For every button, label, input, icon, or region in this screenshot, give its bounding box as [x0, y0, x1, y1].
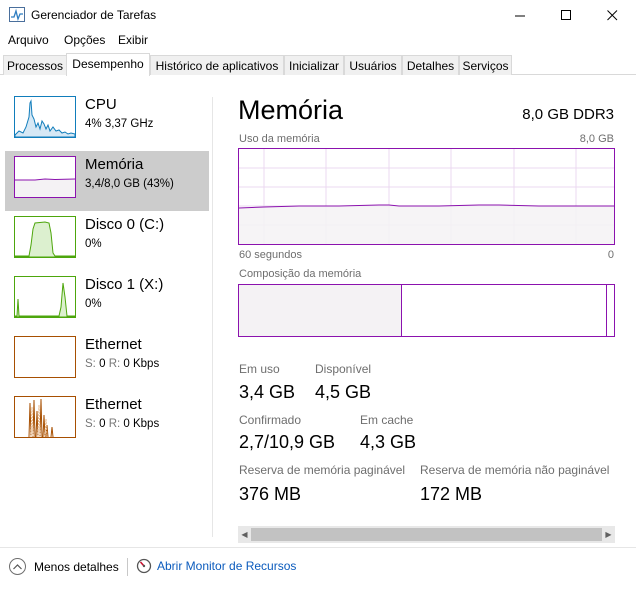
- available-label: Disponível: [315, 362, 372, 376]
- menu-bar: Arquivo Opções Exibir: [0, 31, 636, 50]
- disk-1-thumbnail-graph: [14, 276, 76, 318]
- tab-strip: Processos Desempenho Histórico de aplica…: [0, 53, 636, 76]
- tab-processos[interactable]: Processos: [3, 55, 67, 75]
- menu-arquivo[interactable]: Arquivo: [8, 33, 49, 47]
- scrollbar-thumb[interactable]: [251, 528, 602, 541]
- maximize-button[interactable]: [543, 0, 589, 30]
- sidebar-item-subtitle: S: 0 R: 0 Kbps: [85, 358, 160, 370]
- scroll-right-arrow-icon[interactable]: ▶: [602, 526, 615, 543]
- composition-standby: [606, 285, 607, 336]
- resource-sidebar: CPU 4% 3,37 GHz Memória 3,4/8,0 GB (43%)…: [5, 91, 209, 521]
- sidebar-item-subtitle: 0%: [85, 238, 102, 250]
- performance-content: CPU 4% 3,37 GHz Memória 3,4/8,0 GB (43%)…: [0, 75, 636, 547]
- sidebar-item-disk-1[interactable]: Disco 1 (X:) 0%: [5, 271, 209, 331]
- tab-inicializar[interactable]: Inicializar: [284, 55, 344, 75]
- disk-0-thumbnail-graph: [14, 216, 76, 258]
- memory-detail-panel: Memória 8,0 GB DDR3 Uso da memória 8,0 G…: [238, 75, 616, 547]
- time-axis-left: 60 segundos: [239, 249, 302, 261]
- committed-value: 2,7/10,9 GB: [239, 432, 336, 452]
- sidebar-item-ethernet-2[interactable]: Ethernet S: 0 R: 0 Kbps: [5, 391, 209, 451]
- memory-usage-area: [239, 205, 614, 244]
- in-use-value: 3,4 GB: [239, 382, 296, 402]
- menu-opcoes[interactable]: Opções: [64, 33, 105, 47]
- paged-pool-value: 376 MB: [239, 484, 302, 504]
- title-bar: Gerenciador de Tarefas: [0, 0, 636, 30]
- usage-graph-label: Uso da memória: [239, 133, 320, 145]
- minimize-icon: [514, 15, 525, 16]
- sidebar-item-cpu[interactable]: CPU 4% 3,37 GHz: [5, 91, 209, 151]
- cpu-thumbnail-graph: [14, 96, 76, 138]
- tab-detalhes[interactable]: Detalhes: [402, 55, 459, 75]
- nonpaged-pool-value: 172 MB: [420, 484, 483, 504]
- resource-monitor-icon: [136, 558, 152, 574]
- tab-usuarios[interactable]: Usuários: [344, 55, 402, 75]
- sidebar-item-subtitle: 0%: [85, 298, 102, 310]
- sidebar-item-subtitle: 3,4/8,0 GB (43%): [85, 178, 174, 190]
- committed-label: Confirmado: [239, 413, 302, 427]
- composition-in-use: [239, 285, 402, 336]
- memory-composition-bar: [238, 284, 615, 337]
- chevron-up-icon: [9, 558, 26, 575]
- less-details-label: Menos detalhes: [34, 559, 119, 574]
- paged-pool-label: Reserva de memória paginável: [239, 463, 406, 477]
- tab-servicos[interactable]: Serviços: [459, 55, 512, 75]
- menu-exibir[interactable]: Exibir: [118, 33, 148, 47]
- usage-graph-max: 8,0 GB: [579, 133, 614, 145]
- scroll-left-arrow-icon[interactable]: ◀: [238, 526, 251, 543]
- sidebar-item-subtitle: S: 0 R: 0 Kbps: [85, 418, 160, 430]
- open-resource-monitor-link[interactable]: Abrir Monitor de Recursos: [136, 558, 296, 574]
- time-axis-right: 0: [607, 249, 614, 261]
- sidebar-item-title: CPU: [85, 96, 117, 113]
- less-details-button[interactable]: Menos detalhes: [9, 558, 119, 575]
- footer-bar: Menos detalhes Abrir Monitor de Recursos: [0, 547, 636, 592]
- tab-historico[interactable]: Histórico de aplicativos: [150, 55, 284, 75]
- footer-separator: [127, 558, 128, 576]
- resource-monitor-label: Abrir Monitor de Recursos: [157, 559, 297, 573]
- page-title: Memória: [238, 95, 344, 125]
- task-manager-icon: [9, 7, 25, 22]
- available-value: 4,5 GB: [315, 382, 372, 402]
- sidebar-item-memory[interactable]: Memória 3,4/8,0 GB (43%): [5, 151, 209, 211]
- sidebar-item-disk-0[interactable]: Disco 0 (C:) 0%: [5, 211, 209, 271]
- sidebar-item-title: Disco 1 (X:): [85, 276, 164, 293]
- sidebar-item-title: Memória: [85, 156, 144, 173]
- memory-usage-graph-svg: [239, 149, 614, 244]
- memory-thumbnail-graph: [14, 156, 76, 198]
- cached-label: Em cache: [360, 413, 414, 427]
- cached-value: 4,3 GB: [360, 432, 417, 452]
- horizontal-scrollbar[interactable]: ◀ ▶: [238, 526, 615, 543]
- sidebar-item-title: Disco 0 (C:): [85, 216, 165, 233]
- maximize-icon: [560, 9, 571, 20]
- ethernet-2-thumbnail-graph: [14, 396, 76, 438]
- window-title: Gerenciador de Tarefas: [31, 8, 157, 22]
- tab-desempenho[interactable]: Desempenho: [66, 53, 150, 76]
- sidebar-item-title: Ethernet: [85, 336, 142, 353]
- minimize-button[interactable]: [497, 0, 543, 30]
- sidebar-divider[interactable]: [212, 97, 213, 537]
- in-use-label: Em uso: [239, 362, 280, 376]
- nonpaged-pool-label: Reserva de memória não paginável: [420, 463, 610, 477]
- memory-spec: 8,0 GB DDR3: [522, 106, 614, 123]
- sidebar-item-subtitle: 4% 3,37 GHz: [85, 118, 154, 130]
- memory-usage-graph: [238, 148, 615, 245]
- close-icon: [606, 9, 617, 20]
- ethernet-1-thumbnail-graph: [14, 336, 76, 378]
- sidebar-item-title: Ethernet: [85, 396, 142, 413]
- close-button[interactable]: [589, 0, 635, 30]
- sidebar-item-ethernet-1[interactable]: Ethernet S: 0 R: 0 Kbps: [5, 331, 209, 391]
- composition-label: Composição da memória: [239, 268, 362, 280]
